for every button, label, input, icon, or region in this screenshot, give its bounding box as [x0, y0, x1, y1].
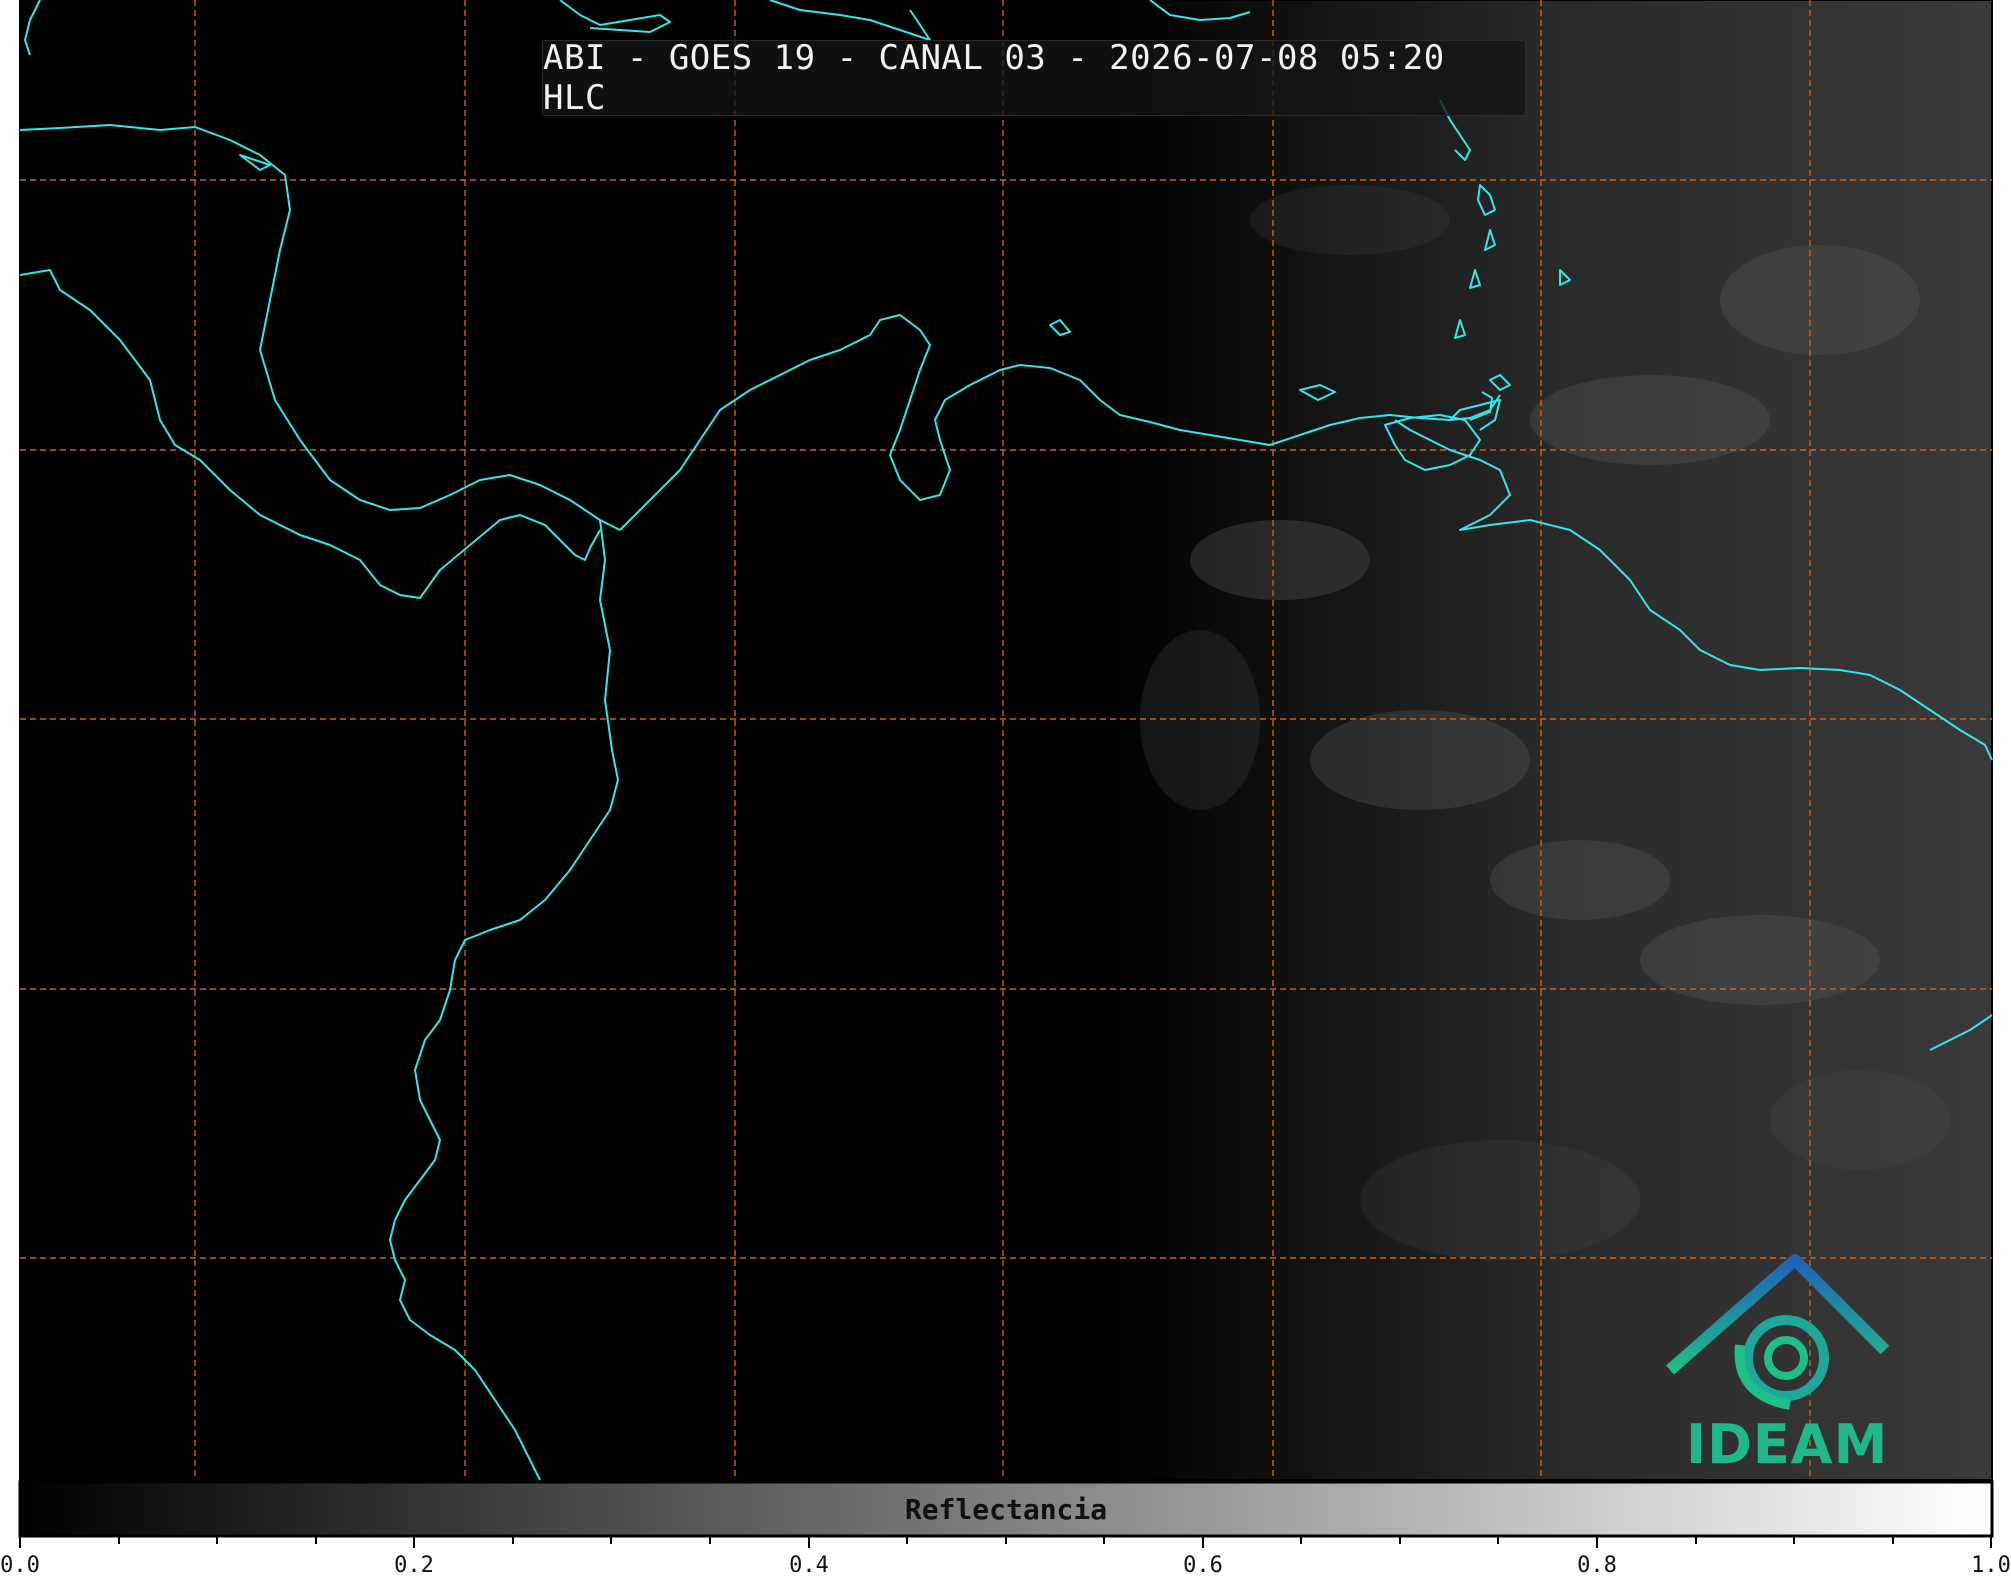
colorbar-tick-label: 0.0: [0, 1553, 40, 1578]
colorbar-tick-label: 0.6: [1183, 1553, 1223, 1578]
title-box: ABI - GOES 19 - CANAL 03 - 2026-07-08 05…: [542, 38, 1526, 118]
colorbar-label: Reflectancia: [904, 1492, 1108, 1526]
colorbar-tick-label: 1.0: [1971, 1553, 2011, 1578]
map-title: ABI - GOES 19 - CANAL 03 - 2026-07-08 05…: [543, 38, 1445, 118]
colorbar-minor-ticks: [19, 1536, 1992, 1548]
colorbar-tick-label: 0.2: [394, 1553, 434, 1578]
logo-text: IDEAM: [1686, 1413, 1889, 1476]
colorbar-tick-label: 0.8: [1577, 1553, 1617, 1578]
satellite-map: [18, 0, 1994, 1548]
colorbar-tick-label: 0.4: [789, 1553, 829, 1578]
